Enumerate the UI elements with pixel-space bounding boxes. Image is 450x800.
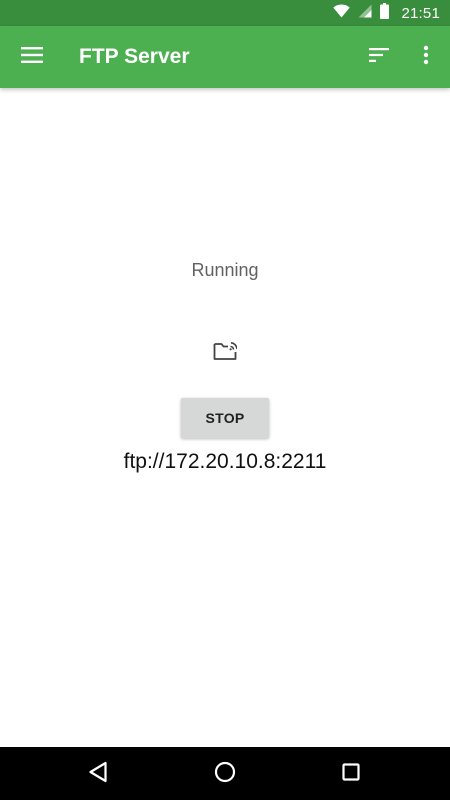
menu-button[interactable] (8, 33, 56, 81)
server-status-text: Running (191, 260, 259, 280)
back-icon (88, 761, 108, 788)
home-icon (214, 761, 236, 788)
home-button[interactable] (195, 751, 255, 797)
hamburger-menu-icon (21, 46, 43, 68)
status-time: 21:51 (401, 4, 440, 22)
cellular-signal-icon (358, 4, 372, 23)
page-title: FTP Server (79, 45, 190, 68)
more-vert-icon (423, 45, 429, 70)
app-bar: FTP Server (0, 26, 450, 88)
sort-button[interactable] (355, 33, 403, 81)
folder-wireless-icon (213, 341, 238, 361)
more-options-button[interactable] (402, 33, 450, 81)
screen: 21:51 FTP Server Running STOP ftp://172.… (0, 0, 450, 800)
recent-apps-icon (342, 762, 360, 786)
status-bar: 21:51 (0, 0, 450, 26)
main-content: Running STOP ftp://172.20.10.8:2211 (0, 88, 450, 747)
back-button[interactable] (68, 751, 128, 797)
navigation-bar (0, 747, 450, 800)
battery-icon (380, 2, 390, 24)
recent-apps-button[interactable] (321, 751, 381, 797)
stop-button[interactable]: STOP (181, 398, 269, 438)
server-url: ftp://172.20.10.8:2211 (123, 450, 327, 473)
sort-icon (369, 47, 389, 67)
status-icons: 21:51 (333, 0, 440, 26)
wifi-icon (333, 4, 351, 23)
